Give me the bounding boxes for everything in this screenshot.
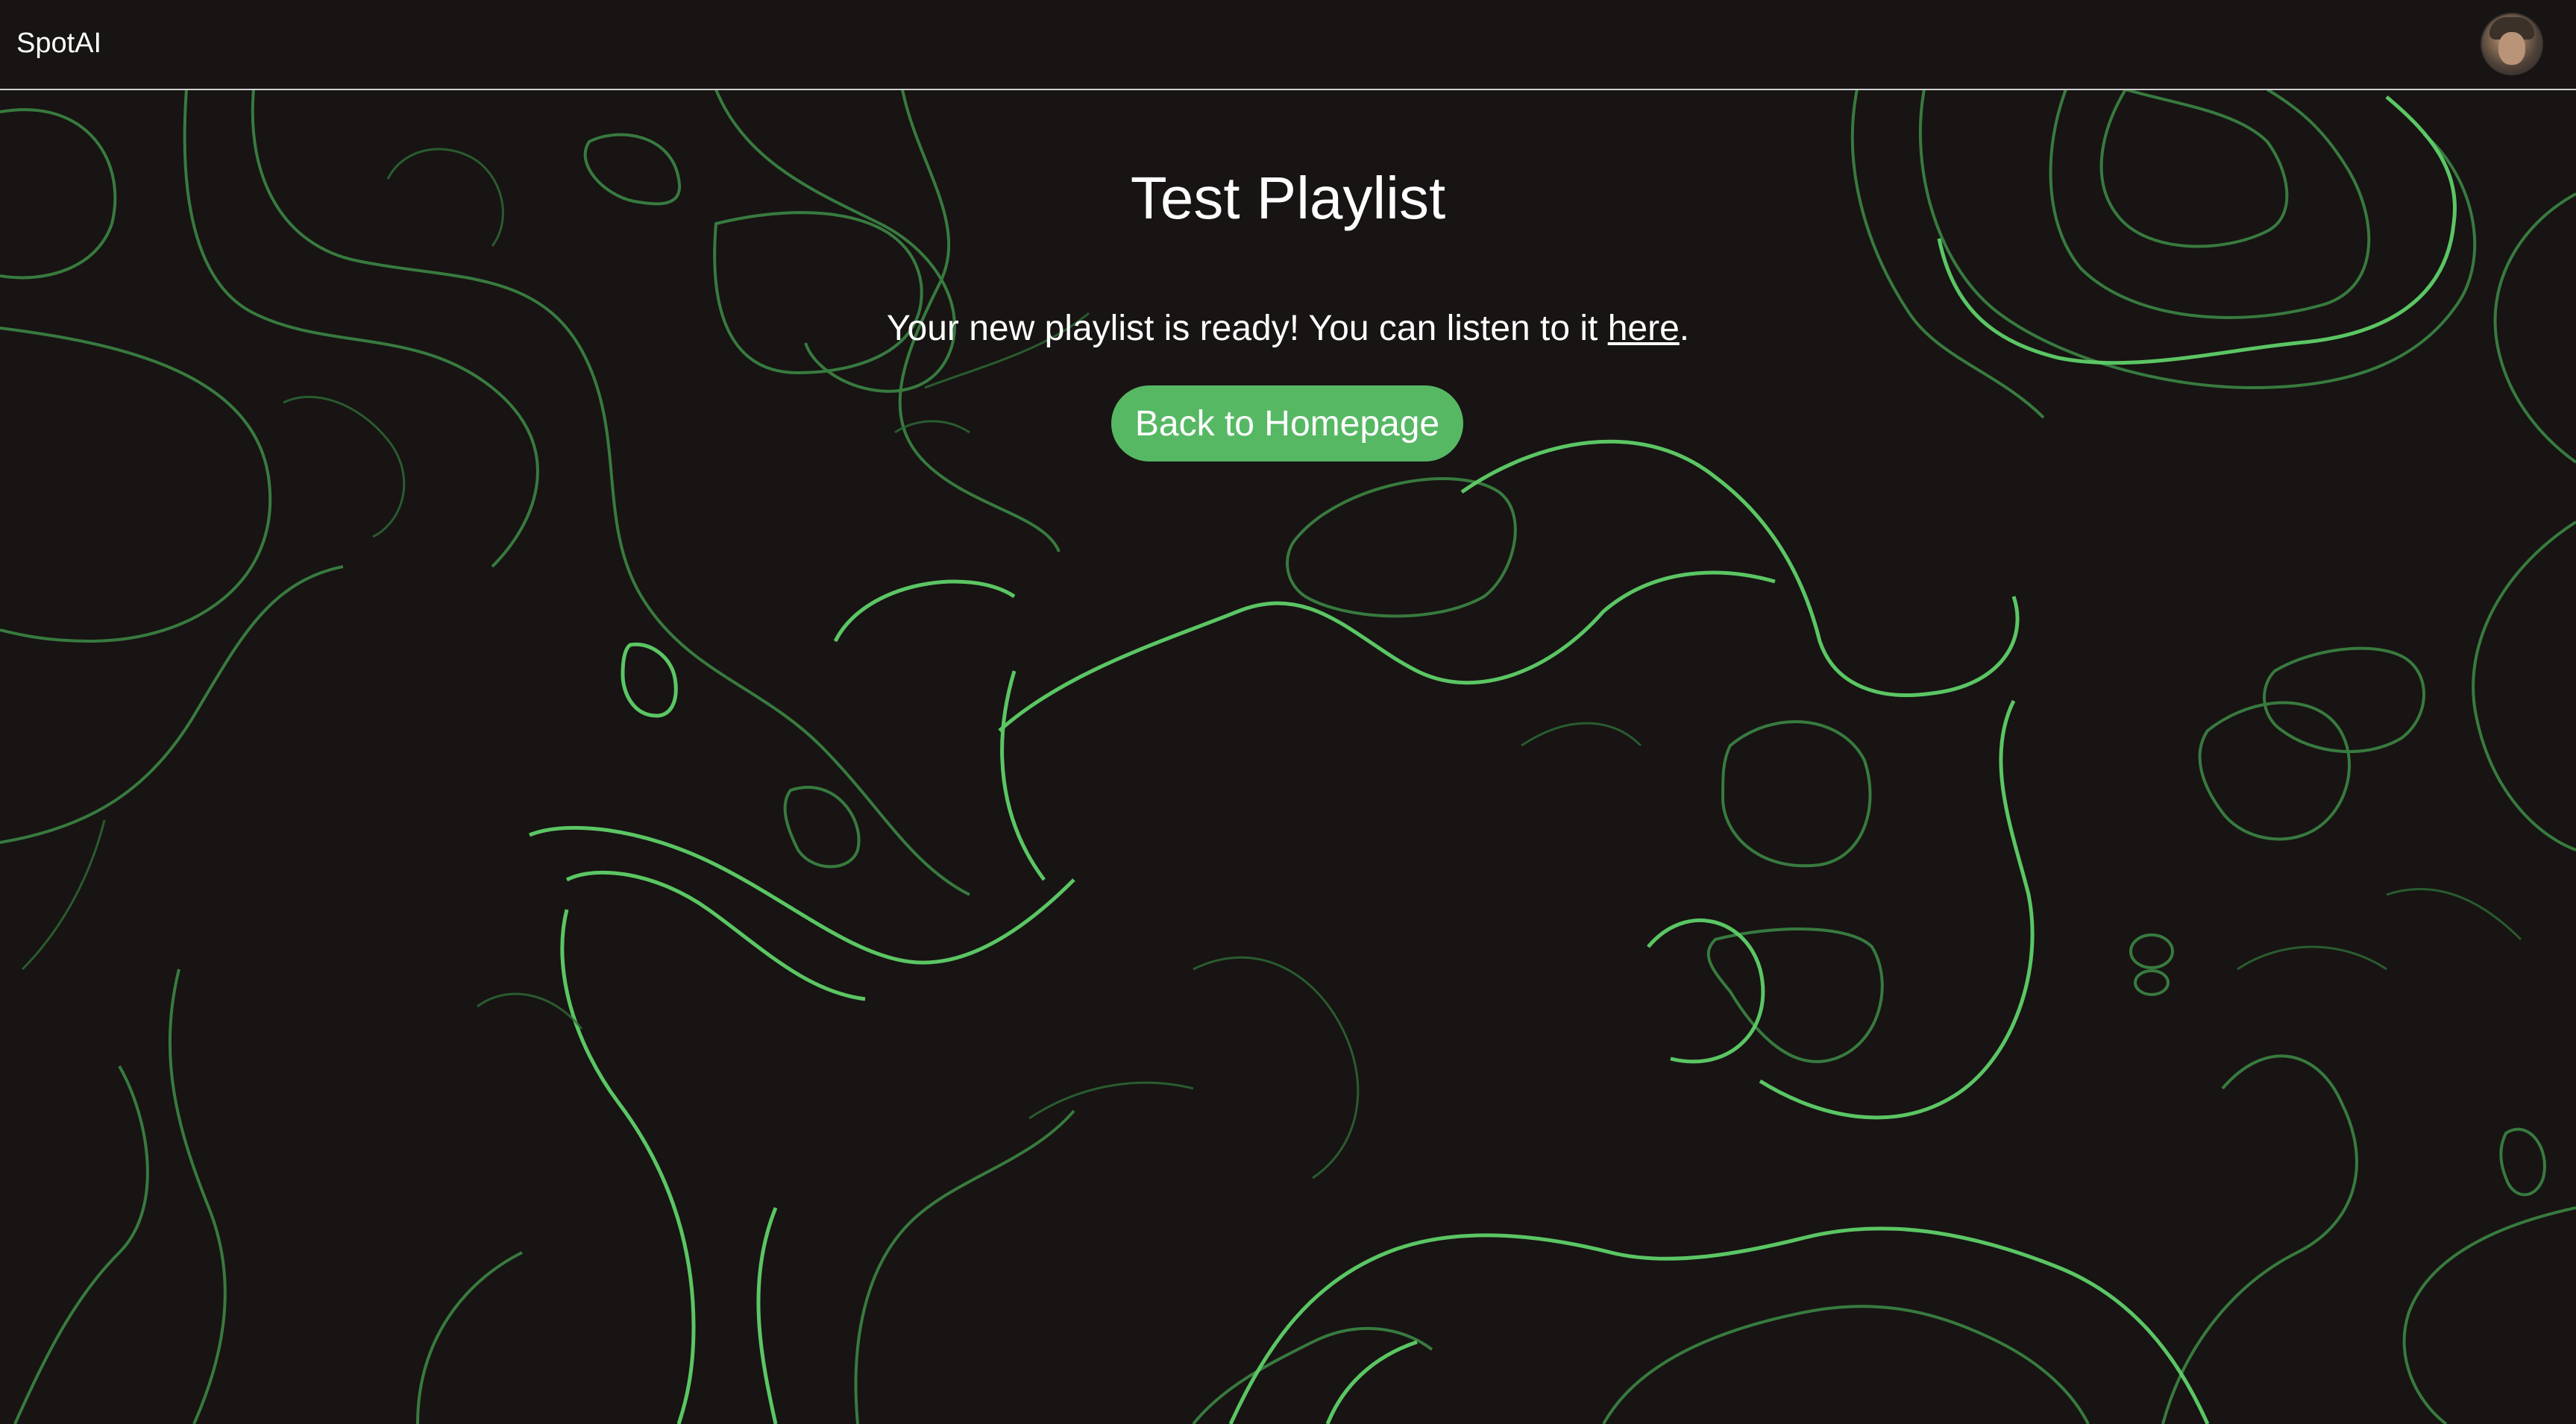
- playlist-ready-page: SpotAI Test Playlist Your new playlist i…: [0, 0, 2576, 1424]
- avatar-face: [2498, 32, 2525, 65]
- message-suffix: .: [1679, 309, 1690, 348]
- playlist-link[interactable]: here: [1608, 309, 1680, 348]
- app-brand[interactable]: SpotAI: [16, 25, 101, 61]
- back-to-homepage-button[interactable]: Back to Homepage: [1111, 385, 1463, 461]
- playlist-title: Test Playlist: [1130, 165, 1446, 231]
- user-avatar-icon[interactable]: [2481, 13, 2543, 75]
- message-prefix: Your new playlist is ready! You can list…: [886, 309, 1608, 348]
- playlist-ready-message: Your new playlist is ready! You can list…: [0, 306, 2576, 351]
- top-navbar: SpotAI: [0, 0, 2576, 90]
